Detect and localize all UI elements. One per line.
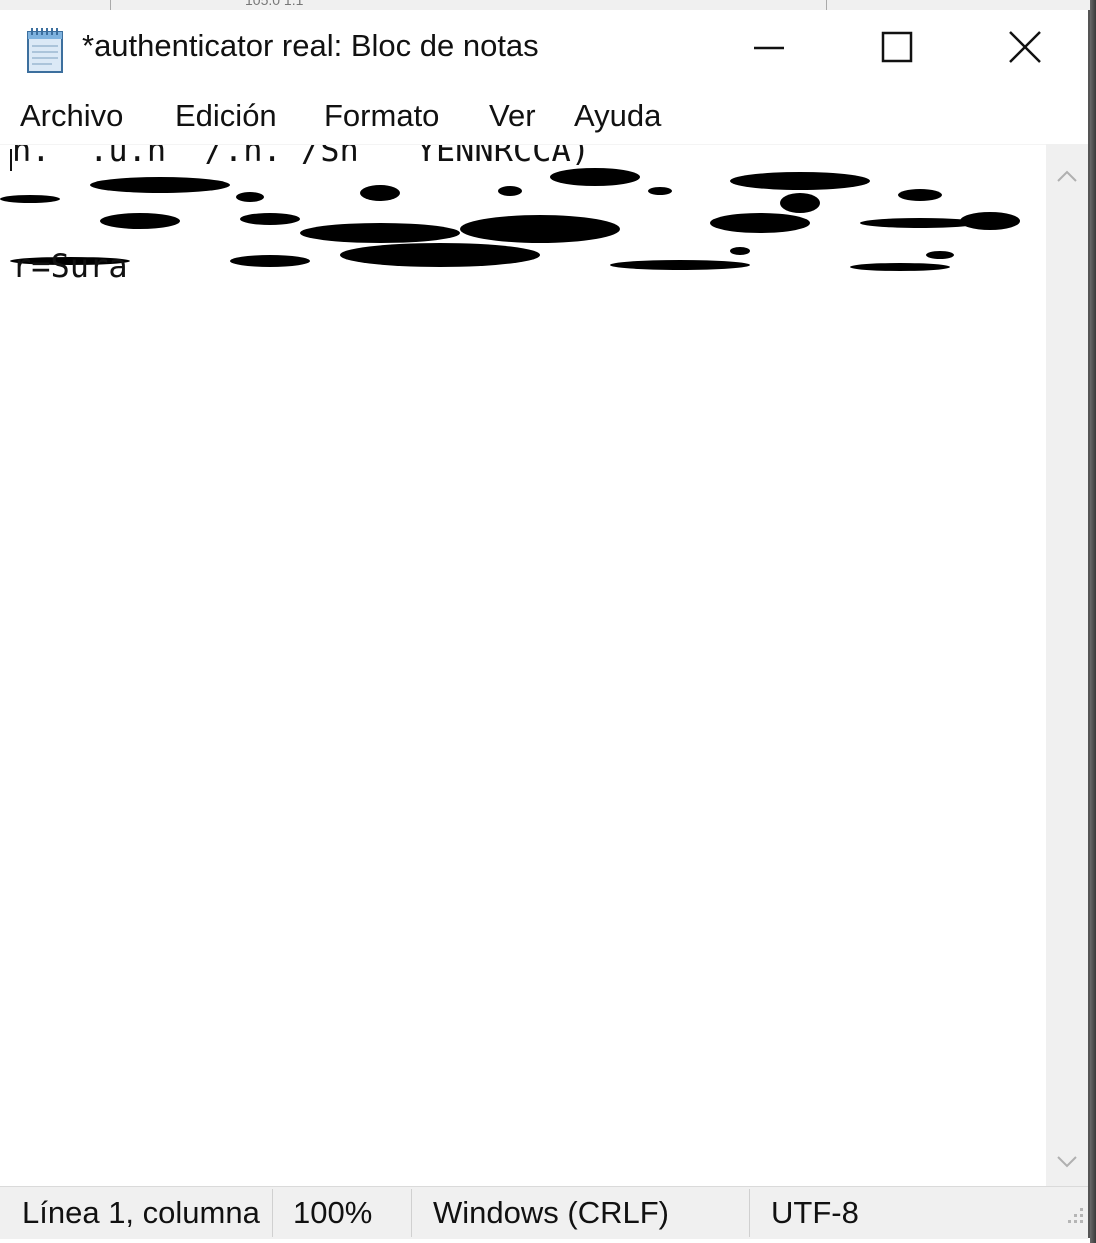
background-text-fragment: 105.0 1.1 — [245, 0, 304, 8]
status-cursor-position: Línea 1, columna 1 — [22, 1195, 270, 1230]
text-line-last: r=Sura — [12, 247, 128, 285]
window-shadow-edge — [1090, 0, 1096, 1243]
menu-bar: Archivo Edición Formato Ver Ayuda — [0, 86, 1088, 144]
menu-ver[interactable]: Ver — [489, 98, 536, 134]
text-caret — [10, 149, 12, 171]
minimize-icon — [754, 46, 784, 50]
status-separator — [749, 1189, 750, 1237]
background-divider — [826, 0, 827, 10]
notepad-window: *authenticator real: Bloc de notas Archi… — [0, 10, 1090, 1239]
maximize-button[interactable] — [833, 10, 961, 84]
scroll-down-button[interactable] — [1046, 1142, 1088, 1182]
notepad-icon — [22, 24, 70, 76]
status-separator — [272, 1189, 273, 1237]
status-line-endings: Windows (CRLF) — [433, 1195, 669, 1230]
status-separator — [411, 1189, 412, 1237]
menu-edicion[interactable]: Edición — [175, 98, 277, 134]
redaction-scribble — [0, 168, 1030, 271]
text-editor-area[interactable]: h. .u.h /.h. /Sh YENNRCCA) r=Sura — [0, 144, 1046, 1187]
menu-ayuda[interactable]: Ayuda — [574, 98, 661, 134]
title-bar[interactable]: *authenticator real: Bloc de notas — [0, 10, 1088, 86]
close-icon — [1009, 31, 1041, 63]
resize-grip-icon[interactable] — [1060, 1206, 1088, 1228]
menu-formato[interactable]: Formato — [324, 98, 439, 134]
status-bar: Línea 1, columna 1 100% Windows (CRLF) U… — [0, 1186, 1088, 1239]
menu-archivo[interactable]: Archivo — [20, 98, 123, 134]
background-divider — [110, 0, 111, 10]
maximize-icon — [881, 31, 913, 63]
scroll-up-button[interactable] — [1046, 156, 1088, 196]
window-title: *authenticator real: Bloc de notas — [82, 28, 539, 63]
close-button[interactable] — [961, 10, 1089, 84]
scroll-up-icon — [1057, 170, 1077, 182]
vertical-scrollbar[interactable] — [1046, 144, 1088, 1186]
status-encoding: UTF-8 — [771, 1195, 859, 1230]
minimize-button[interactable] — [705, 10, 833, 84]
scroll-down-icon — [1057, 1156, 1077, 1168]
status-zoom: 100% — [293, 1195, 373, 1230]
